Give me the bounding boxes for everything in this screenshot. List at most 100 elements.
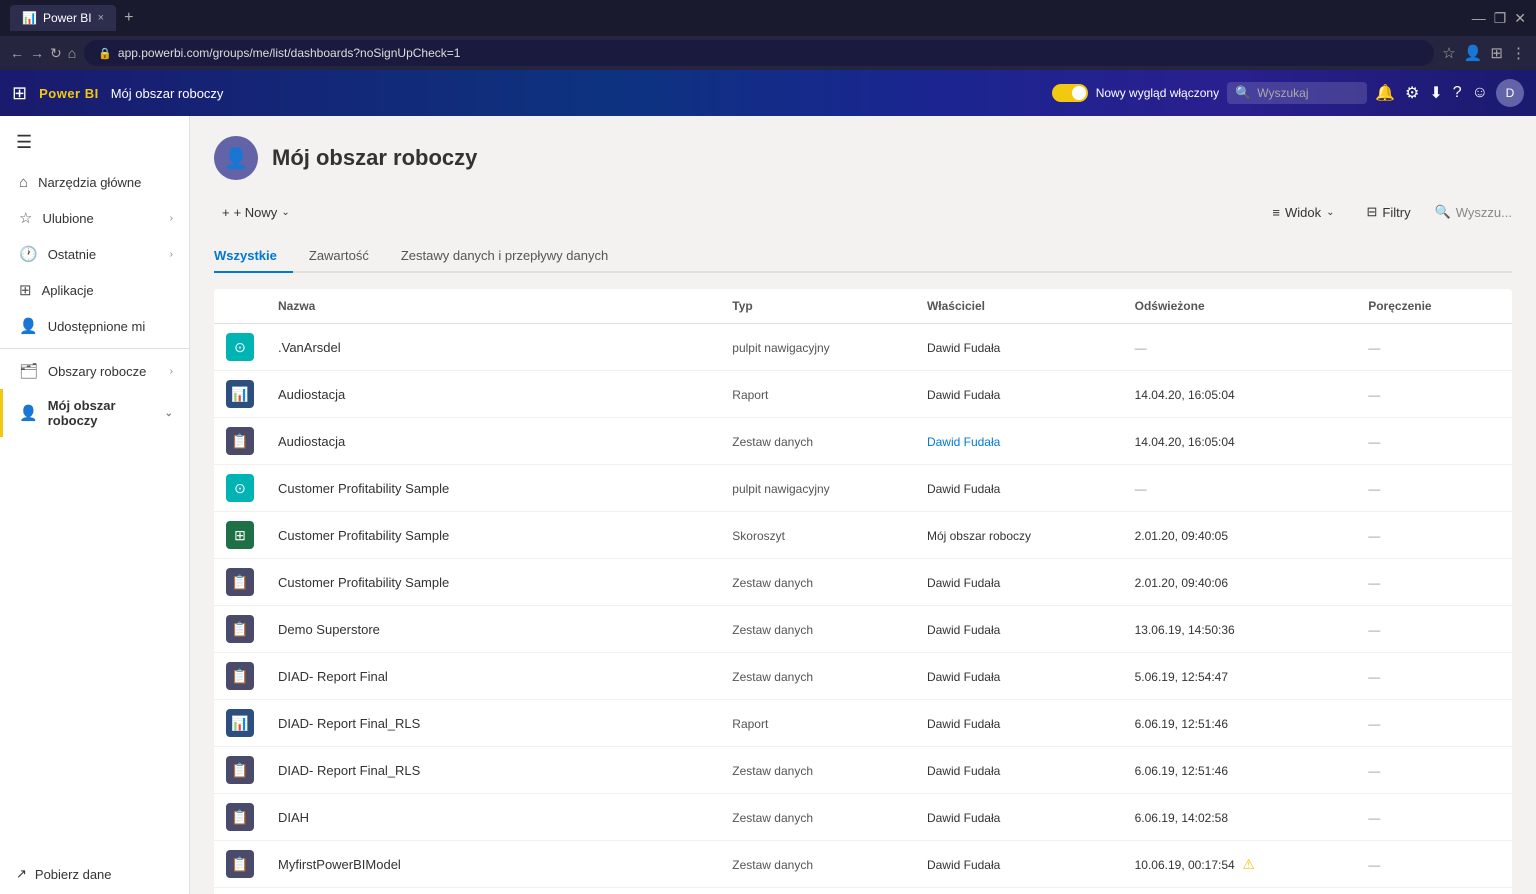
- sidebar-item-favorites[interactable]: ☆ Ulubione ›: [0, 200, 189, 236]
- table-row[interactable]: 📋 DIAD- Report Final Zestaw danych Dawid…: [214, 653, 1512, 700]
- row-name-cell[interactable]: .VanArsdel: [266, 324, 720, 371]
- bookmark-icon[interactable]: ☆: [1442, 44, 1455, 62]
- sidebar-item-tools[interactable]: ⌂ Narzędzia główne: [0, 165, 189, 200]
- toolbar: + + Nowy ⌄ ≡ Widok ⌄ ⊟ Filtry 🔍 Wyszzu..…: [214, 200, 1512, 224]
- row-name-cell[interactable]: nowy: [266, 888, 720, 894]
- download-icon[interactable]: ⬇: [1429, 83, 1442, 103]
- table-row[interactable]: 📋 Demo Superstore Zestaw danych Dawid Fu…: [214, 606, 1512, 653]
- sidebar-item-workspaces-label: Obszary robocze: [48, 364, 146, 379]
- row-name-cell[interactable]: DIAD- Report Final: [266, 653, 720, 700]
- settings-icon[interactable]: ⋮: [1511, 44, 1526, 62]
- pbi-logo: Power BI: [39, 86, 99, 101]
- tab-all[interactable]: Wszystkie: [214, 240, 293, 273]
- new-tab-btn[interactable]: +: [124, 9, 133, 27]
- browser-tab-active[interactable]: 📊 Power BI ×: [10, 5, 116, 31]
- row-name-cell[interactable]: Audiostacja: [266, 371, 720, 418]
- table-row[interactable]: 📊 Audiostacja Raport Dawid Fudała 14.04.…: [214, 371, 1512, 418]
- minimize-btn[interactable]: —: [1472, 10, 1486, 27]
- view-icon: ≡: [1272, 205, 1280, 220]
- item-type-text: Zestaw danych: [732, 858, 813, 872]
- page-title: Mój obszar roboczy: [272, 145, 477, 171]
- col-type-header[interactable]: Typ: [720, 289, 915, 324]
- sidebar-item-workspaces[interactable]: 🗂 Obszary robocze ›: [0, 353, 189, 389]
- row-refreshed-cell: 14.04.20, 16:05:04: [1123, 418, 1357, 465]
- row-name-cell[interactable]: DIAH: [266, 794, 720, 841]
- row-refreshed-cell: 13.06.19, 14:50:36: [1123, 606, 1357, 653]
- reload-btn[interactable]: ↻: [50, 45, 62, 62]
- item-type-icon: ⊞: [226, 521, 254, 549]
- url-bar[interactable]: 🔒 app.powerbi.com/groups/me/list/dashboa…: [84, 40, 1434, 66]
- table-row[interactable]: 📋 MyfirstPowerBIModel Zestaw danych Dawi…: [214, 841, 1512, 888]
- tab-close-btn[interactable]: ×: [98, 12, 104, 24]
- profile-icon[interactable]: 👤: [1464, 44, 1483, 62]
- item-type-text: Zestaw danych: [732, 811, 813, 825]
- sidebar-hamburger-btn[interactable]: ☰: [0, 124, 189, 161]
- tab-content[interactable]: Zawartość: [309, 240, 385, 273]
- table-row[interactable]: 📋 Audiostacja Zestaw danych Dawid Fudała…: [214, 418, 1512, 465]
- new-button[interactable]: + + Nowy ⌄: [214, 201, 298, 224]
- home-btn[interactable]: ⌂: [68, 45, 76, 61]
- help-icon[interactable]: ?: [1453, 84, 1462, 102]
- item-type-text: Zestaw danych: [732, 764, 813, 778]
- row-name-cell[interactable]: DIAD- Report Final_RLS: [266, 747, 720, 794]
- row-name-cell[interactable]: Customer Profitability Sample: [266, 559, 720, 606]
- filter-button[interactable]: ⊟ Filtry: [1359, 200, 1419, 224]
- sidebar-item-recent-label: Ostatnie: [48, 247, 96, 262]
- table-row[interactable]: 📋 Customer Profitability Sample Zestaw d…: [214, 559, 1512, 606]
- table-row[interactable]: ⊞ Customer Profitability Sample Skoroszy…: [214, 512, 1512, 559]
- maximize-btn[interactable]: ❐: [1494, 10, 1507, 27]
- row-name-cell[interactable]: MyfirstPowerBIModel: [266, 841, 720, 888]
- tab-all-label: Wszystkie: [214, 248, 277, 263]
- sidebar-item-recent[interactable]: 🕐 Ostatnie ›: [0, 236, 189, 272]
- forward-btn[interactable]: →: [30, 45, 44, 61]
- filter-label: Filtry: [1382, 205, 1410, 220]
- row-type-cell: pulpit nawigacyjny: [720, 465, 915, 512]
- table-row[interactable]: ⊙ nowy pulpit nawigacyjny Dawid Fudała —…: [214, 888, 1512, 894]
- pbi-search-box[interactable]: 🔍: [1227, 82, 1367, 104]
- col-owner-header[interactable]: Właściciel: [915, 289, 1123, 324]
- table-row[interactable]: 📋 DIAD- Report Final_RLS Zestaw danych D…: [214, 747, 1512, 794]
- row-name-cell[interactable]: Customer Profitability Sample: [266, 512, 720, 559]
- emoji-icon[interactable]: ☺: [1472, 84, 1488, 102]
- table-row[interactable]: ⊙ Customer Profitability Sample pulpit n…: [214, 465, 1512, 512]
- new-button-label: + Nowy: [234, 205, 278, 220]
- row-type-cell: Zestaw danych: [720, 794, 915, 841]
- new-look-toggle[interactable]: [1052, 84, 1088, 102]
- get-data-btn[interactable]: ↗ Pobierz dane: [0, 854, 189, 894]
- item-owner[interactable]: Dawid Fudała: [927, 435, 1000, 449]
- row-owner-cell: Dawid Fudała: [915, 371, 1123, 418]
- row-name-cell[interactable]: Demo Superstore: [266, 606, 720, 653]
- sidebar-item-tools-label: Narzędzia główne: [38, 175, 141, 190]
- sidebar-item-shared[interactable]: 👤 Udostępnione mi: [0, 308, 189, 344]
- table-row[interactable]: 📋 DIAH Zestaw danych Dawid Fudała 6.06.1…: [214, 794, 1512, 841]
- close-btn[interactable]: ✕: [1514, 10, 1526, 27]
- row-name-cell[interactable]: Audiostacja: [266, 418, 720, 465]
- row-name-cell[interactable]: Customer Profitability Sample: [266, 465, 720, 512]
- row-icon-cell: 📋: [214, 418, 266, 465]
- row-icon-cell: 📋: [214, 794, 266, 841]
- item-refreshed: 6.06.19, 12:51:46: [1135, 764, 1228, 778]
- col-name-header[interactable]: Nazwa: [266, 289, 720, 324]
- sidebar-item-apps[interactable]: ⊞ Aplikacje: [0, 272, 189, 308]
- table-row[interactable]: 📊 DIAD- Report Final_RLS Raport Dawid Fu…: [214, 700, 1512, 747]
- tab-datasets[interactable]: Zestawy danych i przepływy danych: [401, 240, 624, 273]
- pbi-user-avatar[interactable]: D: [1496, 79, 1524, 107]
- inline-search[interactable]: 🔍 Wyszzu...: [1435, 204, 1512, 220]
- notification-icon[interactable]: 🔔: [1375, 83, 1395, 103]
- item-name: DIAD- Report Final_RLS: [278, 716, 420, 731]
- settings-gear-icon[interactable]: ⚙: [1405, 83, 1419, 103]
- view-button[interactable]: ≡ Widok ⌄: [1264, 201, 1342, 224]
- extensions-icon[interactable]: ⊞: [1490, 44, 1503, 62]
- col-endorsement-header[interactable]: Poręczenie: [1356, 289, 1512, 324]
- pbi-menu-icon[interactable]: ⊞: [12, 83, 27, 104]
- item-endorsement: —: [1368, 388, 1380, 402]
- back-btn[interactable]: ←: [10, 45, 24, 61]
- chevron-down-icon: ⌄: [165, 408, 173, 419]
- row-icon-cell: ⊙: [214, 888, 266, 894]
- pbi-search-input[interactable]: [1257, 86, 1357, 100]
- row-owner-cell: Dawid Fudała: [915, 324, 1123, 371]
- row-name-cell[interactable]: DIAD- Report Final_RLS: [266, 700, 720, 747]
- sidebar-item-myworkspace[interactable]: 👤 Mój obszar roboczy ⌄: [0, 389, 189, 437]
- table-row[interactable]: ⊙ .VanArsdel pulpit nawigacyjny Dawid Fu…: [214, 324, 1512, 371]
- col-refreshed-header[interactable]: Odświeżone: [1123, 289, 1357, 324]
